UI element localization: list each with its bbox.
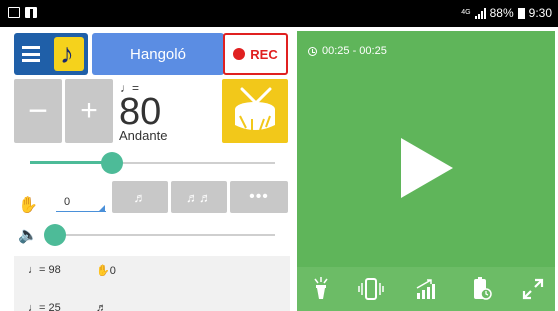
more-options-button[interactable]: •••	[230, 181, 288, 213]
preset-list: ♩= 98 ✋0 ♩= 25 ♬	[14, 256, 290, 311]
image-notification-icon	[8, 7, 20, 18]
status-right: 4G 88% 9:30	[461, 6, 552, 20]
clap-icon: ✋	[18, 197, 38, 214]
network-type: 4G	[461, 9, 471, 16]
facebook-notification-icon	[25, 7, 37, 18]
list-item[interactable]: ♩= 98 ✋0	[14, 256, 290, 286]
flashlight-icon[interactable]	[307, 275, 335, 303]
status-bar: 4G 88% 9:30	[0, 0, 558, 27]
player-panel: 00:25 - 00:25	[297, 31, 555, 311]
vibrate-icon[interactable]	[357, 275, 385, 303]
beats-value[interactable]: 0	[64, 196, 70, 208]
record-dot-icon	[233, 48, 246, 60]
signal-icon	[474, 7, 486, 19]
battery-saver-icon[interactable]	[467, 275, 495, 303]
metronome-panel: Hangoló REC − + ♩= 80 Andante ✋ 0 ♬ ♬♬ •…	[0, 27, 294, 311]
clock-icon	[308, 46, 317, 56]
status-notifications	[8, 7, 37, 18]
menu-button[interactable]	[14, 33, 88, 75]
bpm-value[interactable]: 80	[119, 93, 161, 131]
volume-slider-track[interactable]	[46, 234, 275, 236]
preset-tempo: ♩= 98	[28, 264, 61, 276]
tempo-increase-button[interactable]: +	[65, 79, 113, 143]
app-logo-icon	[54, 37, 84, 71]
preset-tempo: ♩= 25	[28, 302, 61, 311]
preset-beats: ✋0	[96, 265, 116, 277]
battery-icon	[517, 7, 525, 19]
subdivision-triplet-button[interactable]: ♬	[112, 181, 168, 213]
time-range: 00:25 - 00:25	[308, 45, 387, 57]
tempo-slider-thumb[interactable]	[101, 152, 123, 174]
clock-time: 9:30	[528, 6, 552, 20]
tuner-button[interactable]: Hangoló	[92, 33, 224, 75]
hamburger-icon	[22, 46, 40, 62]
record-button[interactable]: REC	[223, 33, 288, 75]
volume-slider-thumb[interactable]	[44, 224, 66, 246]
fullscreen-icon[interactable]	[519, 275, 547, 303]
preset-subdivision-icon: ♬	[96, 302, 107, 311]
subdivision-sixteenth-button[interactable]: ♬♬	[171, 181, 227, 213]
player-toolbar	[297, 267, 555, 311]
volume-icon: 🔈	[18, 227, 38, 244]
list-item[interactable]: ♩= 25 ♬	[14, 294, 290, 311]
beats-dropdown-indicator[interactable]	[98, 205, 105, 212]
play-icon[interactable]	[401, 138, 453, 198]
speed-ramp-icon[interactable]	[413, 275, 441, 303]
tempo-slider-fill	[30, 161, 112, 164]
drum-icon	[235, 87, 275, 131]
time-range-label: 00:25 - 00:25	[322, 45, 387, 57]
tempo-name: Andante	[119, 128, 168, 143]
drum-sound-button[interactable]	[222, 79, 288, 143]
tempo-decrease-button[interactable]: −	[14, 79, 62, 143]
record-label: REC	[250, 46, 278, 62]
battery-percent: 88%	[489, 6, 514, 20]
